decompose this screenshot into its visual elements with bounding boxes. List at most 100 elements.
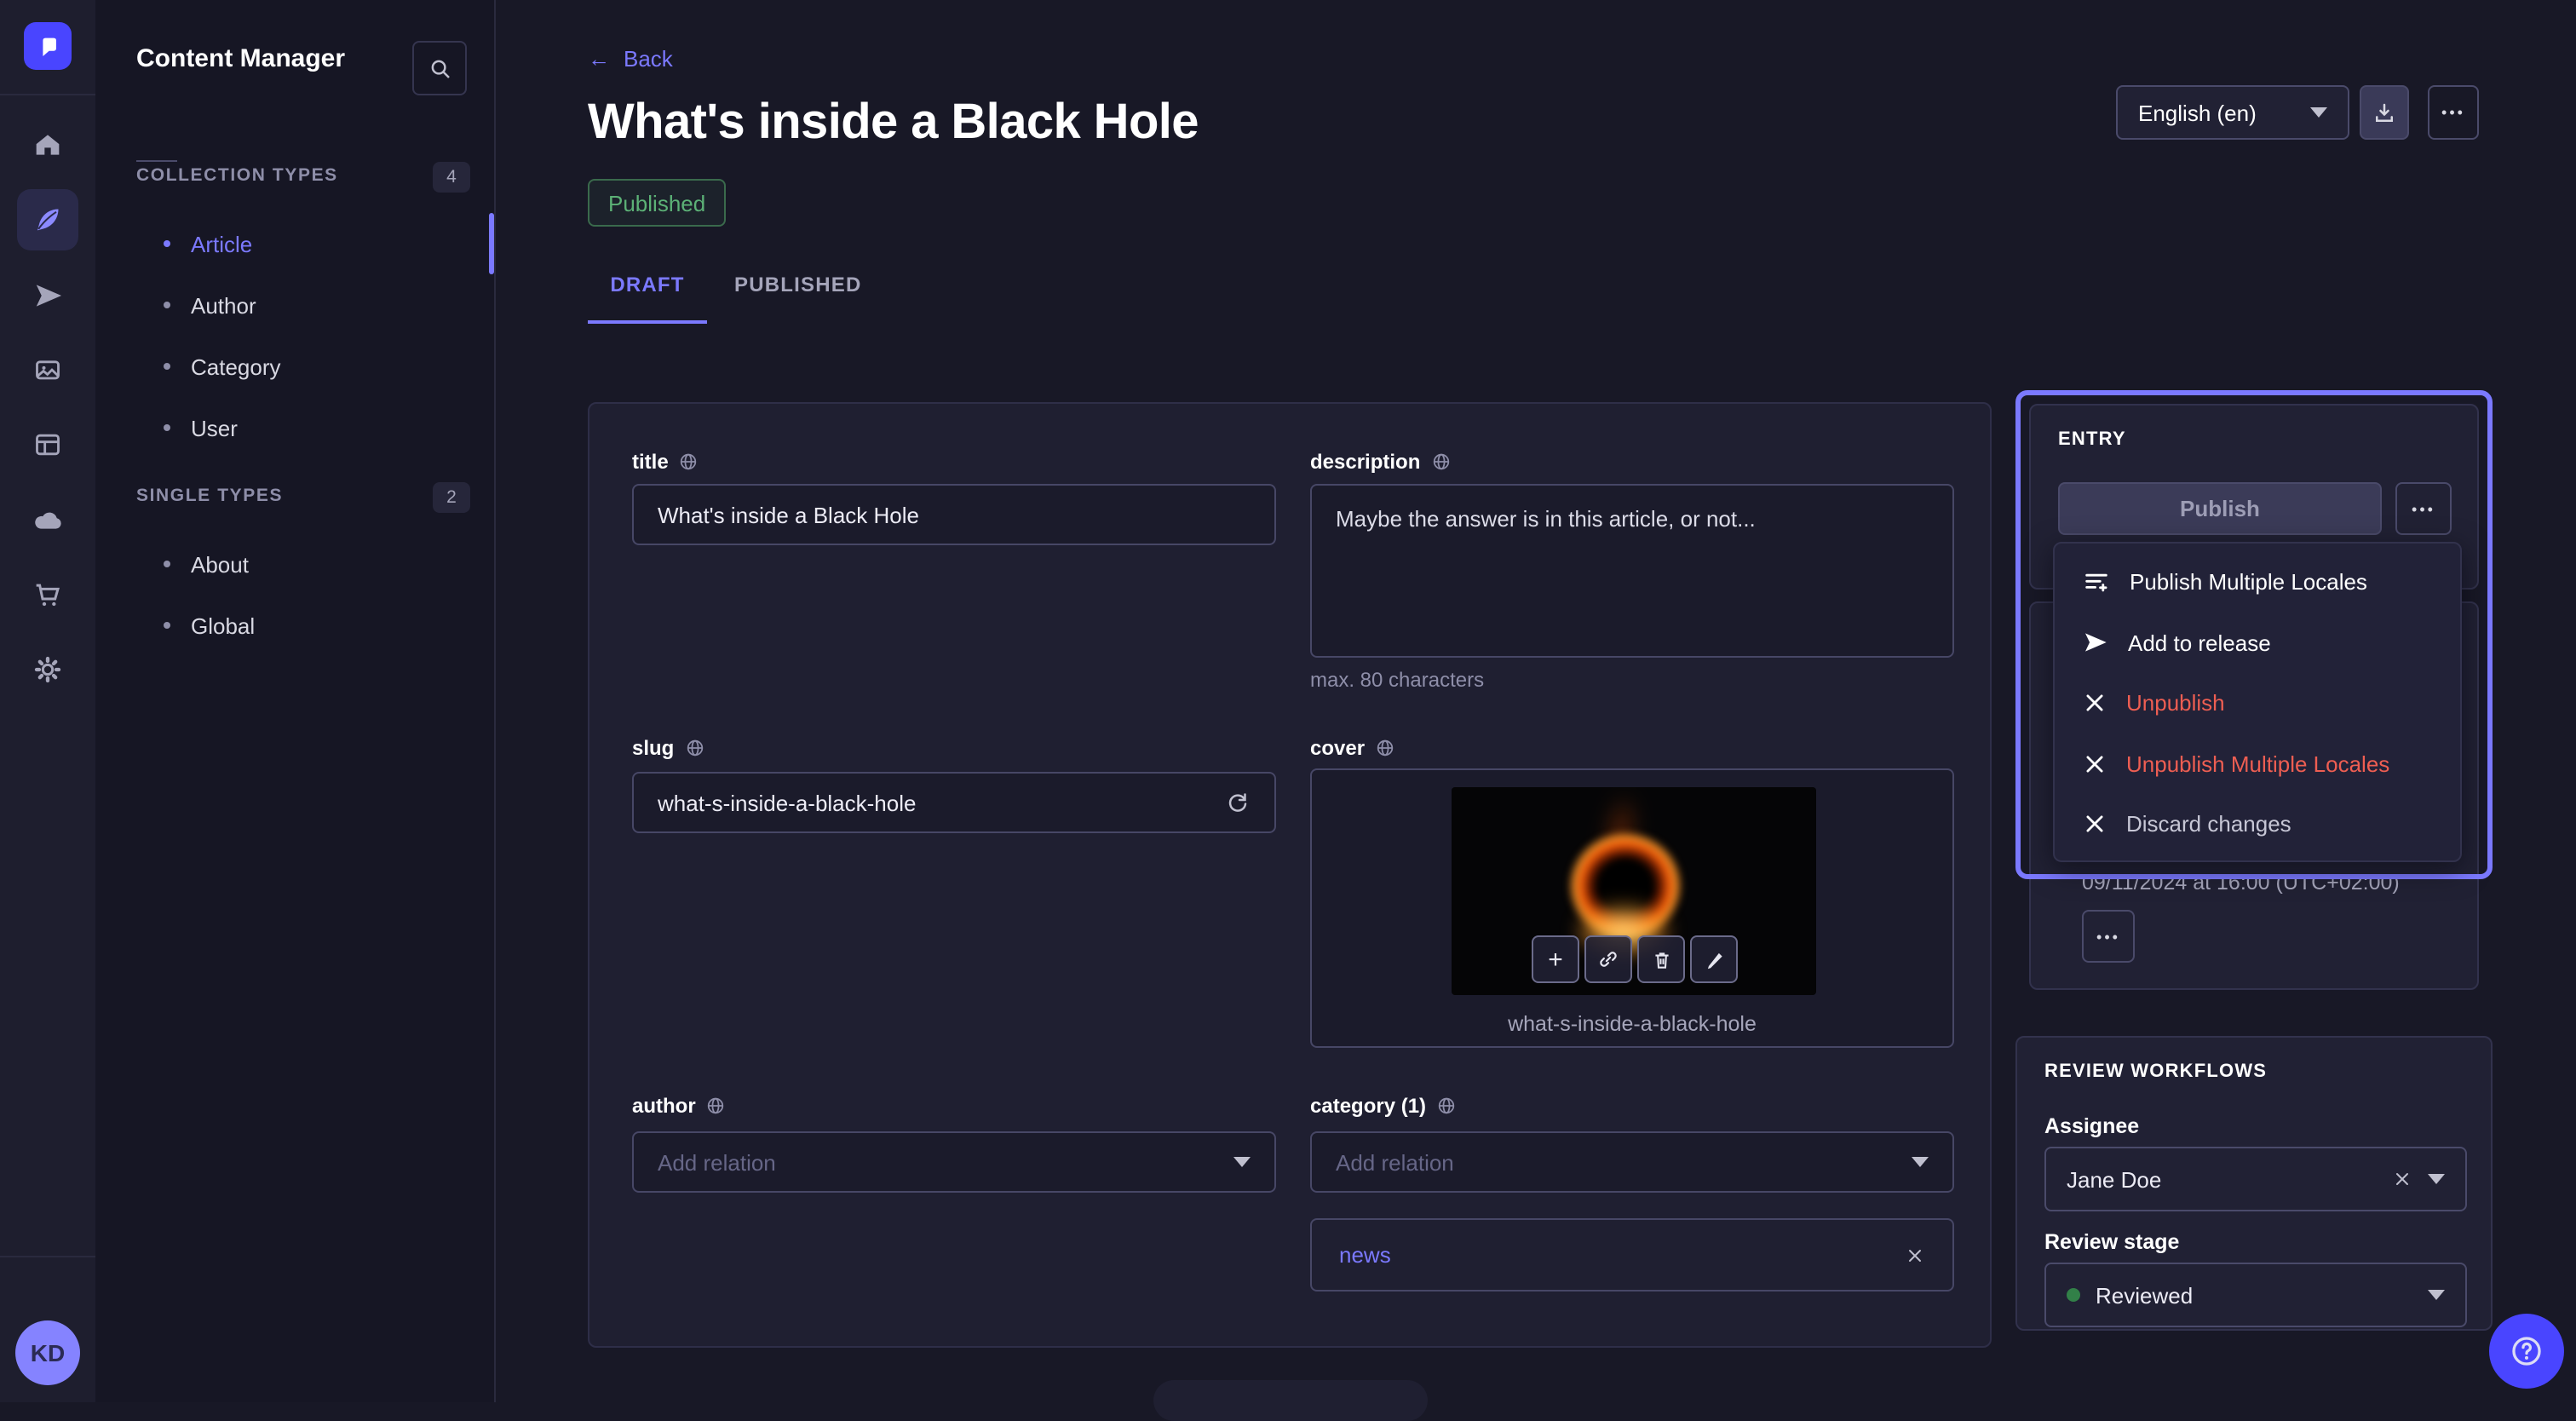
locale-selected-value: English (en) [2138, 100, 2257, 125]
title-input[interactable]: What's inside a Black Hole [632, 484, 1276, 545]
chevron-down-icon [1912, 1157, 1929, 1167]
strapi-app: KD Content Manager COLLECTION TYPES 4 Ar… [0, 0, 2576, 1402]
menu-item-unpublish-multiple-locales[interactable]: Unpublish Multiple Locales [2055, 734, 2460, 794]
header-more-button[interactable]: ••• [2428, 85, 2479, 140]
release-more-button[interactable]: ••• [2082, 910, 2135, 963]
category-field-label: category (1) [1310, 1094, 1457, 1118]
more-icon: ••• [2096, 928, 2120, 945]
category-selected-item: news [1310, 1218, 1954, 1292]
globe-icon [1375, 738, 1395, 758]
bullet-icon [164, 302, 170, 308]
description-textarea[interactable]: Maybe the answer is in this article, or … [1310, 484, 1954, 658]
sidebar-item-user[interactable]: User [164, 411, 238, 445]
menu-item-add-to-release[interactable]: Add to release [2055, 613, 2460, 673]
entry-more-button[interactable]: ••• [2395, 482, 2452, 535]
cloud-icon [30, 502, 66, 538]
add-media-button[interactable]: + [1532, 935, 1579, 983]
sidebar-item-author[interactable]: Author [164, 288, 256, 322]
bullet-icon [164, 561, 170, 567]
tab-draft[interactable]: DRAFT [588, 273, 707, 296]
cart-icon [31, 578, 65, 612]
clear-assignee-button[interactable] [2392, 1169, 2412, 1189]
copy-link-button[interactable] [1584, 935, 1632, 983]
category-relation-combobox[interactable]: Add relation [1310, 1131, 1954, 1193]
author-relation-combobox[interactable]: Add relation [632, 1131, 1276, 1193]
cover-field-label: cover [1310, 736, 1395, 760]
collection-types-count-badge: 4 [433, 162, 470, 193]
sidebar-item-about[interactable]: About [164, 547, 249, 581]
scheduled-date-text: 09/11/2024 at 16:00 (UTC+02:00) [2082, 871, 2400, 895]
nav-divider [0, 94, 95, 95]
nav-marketplace-button[interactable] [17, 564, 78, 625]
assignee-combobox[interactable]: Jane Doe [2044, 1147, 2467, 1211]
trash-icon [1650, 948, 1672, 970]
section-label-single-types: SINGLE TYPES [136, 486, 283, 506]
assignee-value: Jane Doe [2067, 1166, 2377, 1192]
paper-plane-icon [32, 279, 64, 311]
title-field-label: title [632, 450, 699, 474]
tab-published[interactable]: PUBLISHED [734, 273, 843, 296]
bullet-icon [164, 424, 170, 431]
nav-content-manager-button[interactable] [17, 189, 78, 250]
layout-icon [31, 428, 65, 462]
x-icon [2082, 691, 2107, 716]
link-icon [1596, 947, 1620, 971]
nav-home-button[interactable] [17, 114, 78, 175]
single-types-count-badge: 2 [433, 482, 470, 513]
nav-content-type-builder-button[interactable] [17, 414, 78, 475]
search-button[interactable] [412, 41, 467, 95]
active-tab-underline [588, 320, 707, 324]
back-label: Back [624, 46, 673, 72]
chevron-down-icon [2310, 107, 2327, 118]
cover-filename: what-s-inside-a-black-hole [1312, 1012, 1952, 1036]
menu-item-discard-changes[interactable]: Discard changes [2055, 794, 2460, 854]
review-stage-label: Review stage [2044, 1230, 2179, 1254]
globe-icon [706, 1096, 727, 1116]
more-icon: ••• [2412, 500, 2435, 517]
globe-icon [1436, 1096, 1457, 1116]
x-icon [2082, 751, 2107, 777]
export-button[interactable] [2360, 85, 2409, 140]
locale-select[interactable]: English (en) [2116, 85, 2349, 140]
edit-media-button[interactable] [1690, 935, 1738, 983]
menu-item-publish-multiple-locales[interactable]: Publish Multiple Locales [2055, 552, 2460, 613]
sidebar-item-global[interactable]: Global [164, 608, 255, 642]
globe-icon [684, 738, 704, 758]
slug-input[interactable]: what-s-inside-a-black-hole [632, 772, 1276, 833]
help-button[interactable] [2489, 1314, 2564, 1389]
nav-settings-button[interactable] [17, 639, 78, 700]
sidebar-item-category[interactable]: Category [164, 349, 281, 383]
subnav-divider [136, 160, 177, 162]
sidebar-item-article[interactable]: Article [164, 227, 252, 261]
cover-actions-toolbar: + [1532, 935, 1738, 983]
paper-plane-icon [2082, 630, 2109, 657]
remove-category-button[interactable] [1905, 1245, 1925, 1265]
pencil-icon [1703, 948, 1725, 970]
subnav-title: Content Manager [136, 44, 345, 73]
menu-item-unpublish[interactable]: Unpublish [2055, 673, 2460, 734]
nav-bottom-divider [0, 1256, 95, 1257]
chevron-down-icon [1233, 1157, 1251, 1167]
review-workflows-panel: REVIEW WORKFLOWS Assignee Jane Doe Revie… [2015, 1036, 2493, 1331]
main-nav-rail: KD [0, 0, 97, 1402]
delete-media-button[interactable] [1637, 935, 1685, 983]
author-field-label: author [632, 1094, 727, 1118]
nav-releases-button[interactable] [17, 264, 78, 325]
nav-media-library-button[interactable] [17, 339, 78, 400]
back-link[interactable]: ← Back [588, 46, 673, 72]
images-icon [31, 353, 65, 387]
publish-button[interactable]: Publish [2058, 482, 2382, 535]
x-icon [2082, 812, 2107, 837]
subnav-scrollbar[interactable] [489, 213, 494, 274]
review-stage-combobox[interactable]: Reviewed [2044, 1263, 2467, 1327]
page-title: What's inside a Black Hole [588, 95, 1199, 152]
entry-actions-menu: Publish Multiple Locales Add to release … [2053, 542, 2462, 862]
regenerate-icon[interactable] [1225, 790, 1251, 815]
nav-cloud-button[interactable] [17, 489, 78, 550]
category-news-link[interactable]: news [1339, 1242, 1905, 1268]
strapi-logo[interactable] [24, 22, 72, 70]
globe-icon [1430, 452, 1451, 472]
gear-icon [31, 653, 65, 687]
user-avatar[interactable]: KD [15, 1320, 80, 1385]
status-badge: Published [588, 179, 726, 227]
